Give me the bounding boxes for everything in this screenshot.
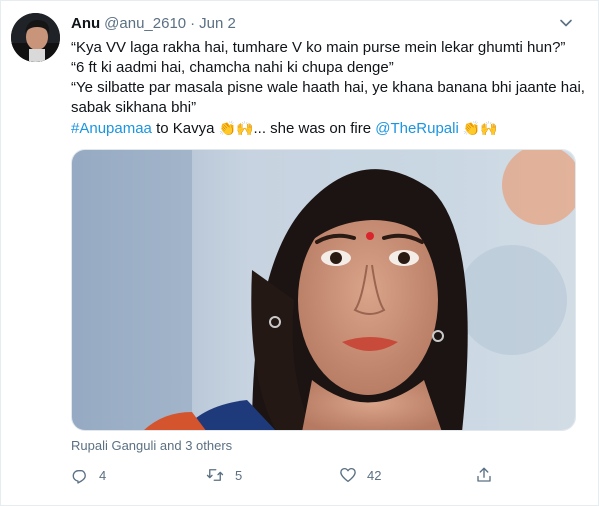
tweet-image[interactable]: [71, 149, 576, 431]
tweet-line-2: “6 ft ki aadmi hai, chamcha nahi ki chup…: [71, 59, 394, 76]
heart-icon: [340, 467, 356, 483]
liked-by-text[interactable]: Rupali Ganguli and 3 others: [71, 438, 232, 453]
avatar-image: [11, 13, 60, 62]
tweet-line-4: #Anupamaa to Kavya 👏🙌... she was on fire…: [71, 118, 586, 139]
retweet-button[interactable]: 5: [205, 464, 242, 486]
tweet-actions: 4 5 42: [71, 464, 501, 486]
tweet-line-3: “Ye silbatte par masala pisne wale haath…: [71, 79, 585, 116]
mention-link[interactable]: @TheRupali: [375, 120, 459, 137]
tweet-header: Anu @anu_2610 · Jun 2: [71, 13, 236, 33]
author-name[interactable]: Anu: [71, 15, 100, 32]
reply-icon: [72, 469, 86, 484]
tweet-line-1: “Kya VV laga rakha hai, tumhare V ko mai…: [71, 39, 566, 56]
retweet-count: 5: [235, 467, 243, 483]
avatar[interactable]: [11, 13, 60, 62]
chevron-down-icon[interactable]: [556, 13, 576, 33]
portrait-photo: [72, 150, 575, 430]
share-icon: [477, 467, 491, 482]
tweet-text-segment: ... she was on fire: [253, 120, 376, 137]
author-handle[interactable]: @anu_2610: [104, 15, 186, 32]
reply-button[interactable]: 4: [71, 464, 106, 486]
reply-count: 4: [99, 467, 107, 483]
separator-dot: ·: [190, 14, 196, 32]
retweet-icon: [206, 469, 224, 481]
like-button[interactable]: 42: [339, 464, 381, 486]
tweet-card: Anu @anu_2610 · Jun 2 “Kya VV laga rakha…: [0, 0, 599, 506]
clap-emoji: 👏🙌: [218, 120, 254, 136]
hashtag-link[interactable]: #Anupamaa: [71, 120, 152, 137]
tweet-date[interactable]: Jun 2: [199, 15, 236, 32]
clap-emoji: 👏🙌: [458, 120, 498, 136]
share-button[interactable]: [475, 464, 503, 486]
tweet-text: “Kya VV laga rakha hai, tumhare V ko mai…: [71, 38, 586, 139]
tweet-text-segment: to Kavya: [151, 120, 219, 137]
like-count: 42: [367, 467, 382, 483]
